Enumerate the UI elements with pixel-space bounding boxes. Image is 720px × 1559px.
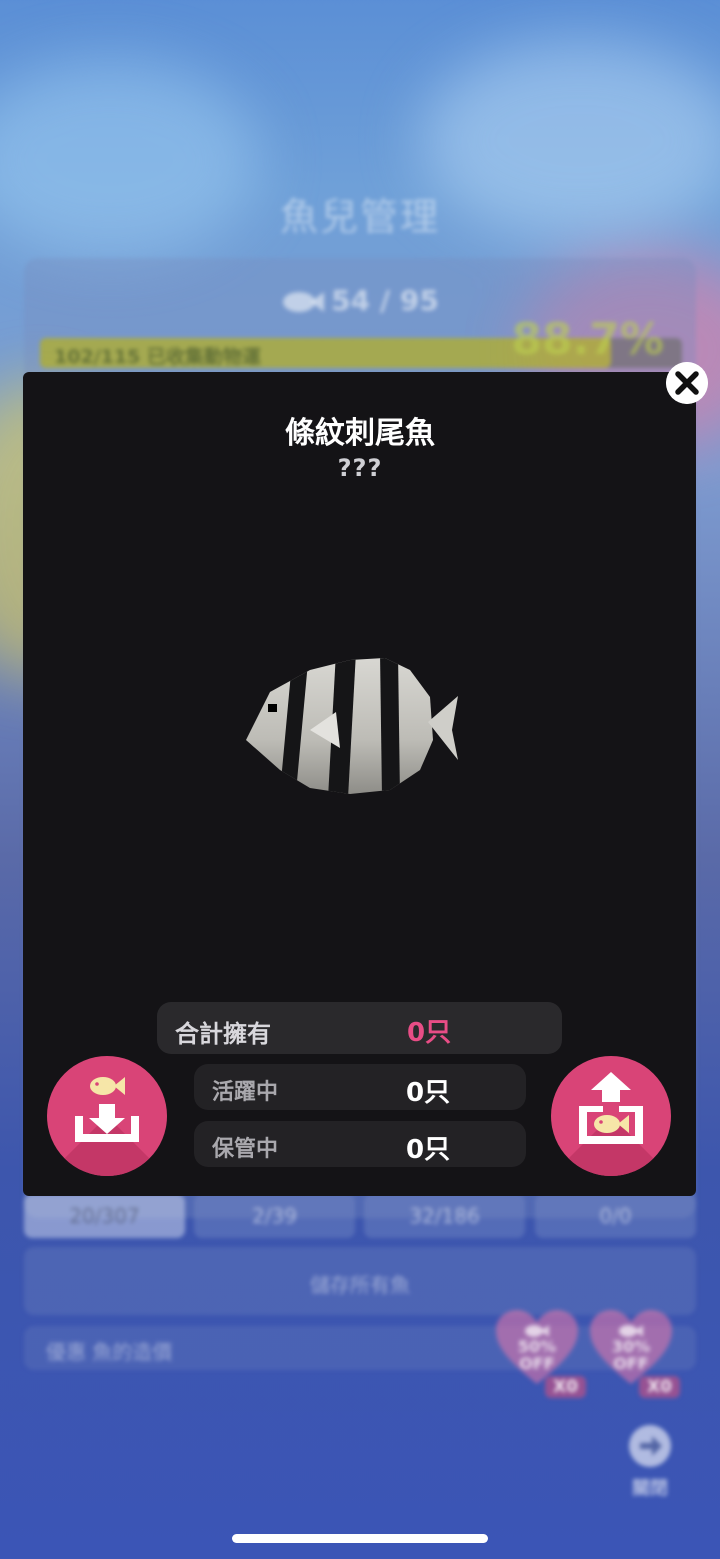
total-owned-label: 合計擁有: [175, 1020, 271, 1048]
fish-icon: [283, 292, 325, 312]
discount-30-text: 30% OFF: [611, 1337, 651, 1373]
fish-name: 條紋刺尾魚: [285, 416, 435, 451]
discount-30-count: X0: [639, 1376, 680, 1398]
close-screen-label: 關閉: [632, 1478, 668, 1499]
stored-row: 保管中 0只: [194, 1121, 526, 1167]
collection-text: 102/115 已收集動物運: [54, 346, 261, 368]
release-fish-button[interactable]: [551, 1056, 671, 1176]
release-fish-icon: [579, 1072, 643, 1144]
home-indicator[interactable]: [232, 1534, 488, 1543]
active-value: 0只: [406, 1078, 451, 1108]
tab-2[interactable]: 2/39: [194, 1194, 355, 1238]
striped-fish-image: [246, 658, 458, 794]
store-fish-icon: [75, 1077, 139, 1142]
close-icon[interactable]: [666, 362, 708, 404]
collection-percent: 88.7%: [511, 314, 664, 365]
page-title: 魚兒管理: [279, 195, 440, 239]
category-tabs: 20/307 2/39 32/186 0/0: [24, 1194, 696, 1238]
fish-count-text: 54 / 95: [331, 284, 439, 317]
fish-subtitle: ???: [337, 454, 383, 482]
tab-1[interactable]: 20/307: [24, 1194, 185, 1238]
save-all-fish-button[interactable]: 儲存所有魚: [24, 1247, 696, 1315]
active-label: 活躍中: [212, 1080, 279, 1105]
total-owned-row: 合計擁有 0只: [157, 1002, 562, 1054]
active-row: 活躍中 0只: [194, 1064, 526, 1110]
stored-label: 保管中: [212, 1137, 279, 1162]
fish-count: 54 / 95: [0, 284, 720, 317]
store-fish-button[interactable]: [47, 1056, 167, 1176]
discount-50-badge[interactable]: 50% OFF X0: [494, 1308, 586, 1398]
discount-50-count: X0: [545, 1376, 586, 1398]
stored-value: 0只: [406, 1135, 451, 1165]
discount-50-text: 50% OFF: [517, 1337, 557, 1373]
tab-3[interactable]: 32/186: [364, 1194, 525, 1238]
tab-4[interactable]: 0/0: [535, 1194, 696, 1238]
total-owned-value: 0只: [407, 1018, 452, 1048]
arrow-right-circle-icon[interactable]: [628, 1424, 672, 1468]
discount-label: 優惠 魚的造價: [46, 1340, 173, 1364]
discount-30-badge[interactable]: 30% OFF X0: [588, 1308, 680, 1398]
